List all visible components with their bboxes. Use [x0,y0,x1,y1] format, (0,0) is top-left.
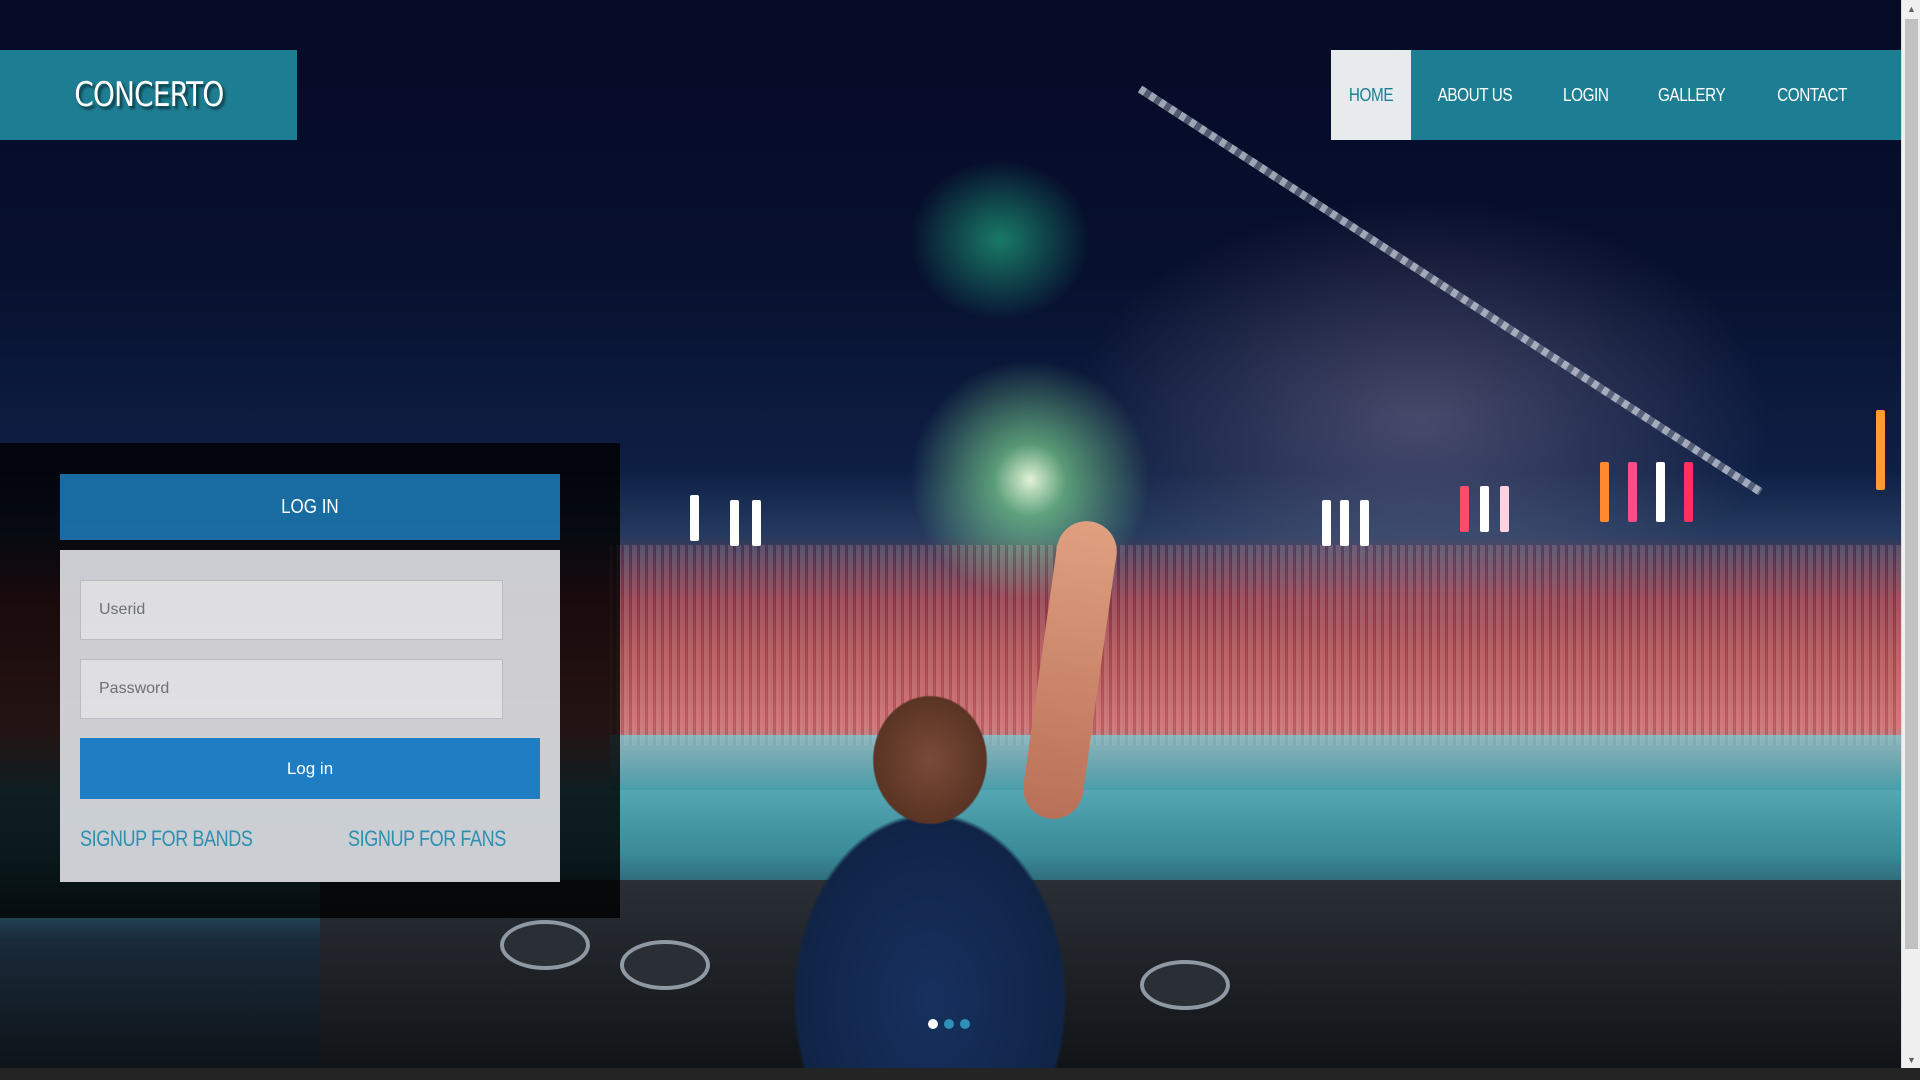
signup-bands-label: SIGNUP FOR BANDS [80,826,253,851]
carousel-dot-3[interactable] [960,1019,970,1029]
nav-label: CONTACT [1777,84,1848,105]
stage-light [1340,500,1349,546]
nav-label: ABOUT US [1437,84,1513,105]
stage-light [1600,462,1609,522]
window-bottom-edge [0,1068,1920,1080]
page-scrollbar[interactable]: ▲ ▼ [1901,0,1920,1068]
dj-figure [740,670,1120,1068]
stage-light [1460,486,1469,532]
scroll-down-arrow-icon[interactable]: ▼ [1902,1051,1920,1068]
stage-light [1322,500,1331,546]
signup-for-fans-link[interactable]: SIGNUP FOR FANS [348,826,541,852]
nav-item-home[interactable]: HOME [1331,50,1411,140]
signup-fans-label: SIGNUP FOR FANS [348,826,506,851]
scroll-up-arrow-icon[interactable]: ▲ [1902,0,1920,17]
nav-label: GALLERY [1658,84,1726,105]
turntable [1140,960,1230,1010]
nav-item-login[interactable]: LOGIN [1539,50,1633,140]
nav-item-about-us[interactable]: ABOUT US [1411,50,1539,140]
stage-light [1628,462,1637,522]
nav-label: LOGIN [1562,84,1609,105]
login-title-text: LOG IN [281,495,339,518]
stage-light [1656,462,1665,522]
turntable [500,920,590,970]
userid-input[interactable] [80,580,503,640]
stage-light [730,500,739,546]
stage-light [752,500,761,546]
scrollbar-thumb[interactable] [1905,19,1918,949]
stage-light [1500,486,1509,532]
stage-light [1684,462,1693,522]
carousel-indicators [928,1019,970,1029]
signup-for-bands-link[interactable]: SIGNUP FOR BANDS [80,826,290,852]
nav-item-contact[interactable]: CONTACT [1751,50,1873,140]
nav-item-gallery[interactable]: GALLERY [1632,50,1751,140]
stage-light [1876,410,1885,490]
turntable [620,940,710,990]
login-submit-button[interactable]: Log in [80,738,540,799]
logo[interactable]: CONCERTO [0,50,297,140]
logo-text: CONCERTO [73,75,224,115]
stage-light [690,495,699,541]
login-panel-title: LOG IN [60,474,560,540]
stage-light [1360,500,1369,546]
carousel-dot-1[interactable] [928,1019,938,1029]
password-input[interactable] [80,659,503,719]
stage-light [1480,486,1489,532]
nav-label: HOME [1348,84,1394,105]
main-nav: HOME ABOUT US LOGIN GALLERY CONTACT [1331,50,1901,140]
carousel-dot-2[interactable] [944,1019,954,1029]
